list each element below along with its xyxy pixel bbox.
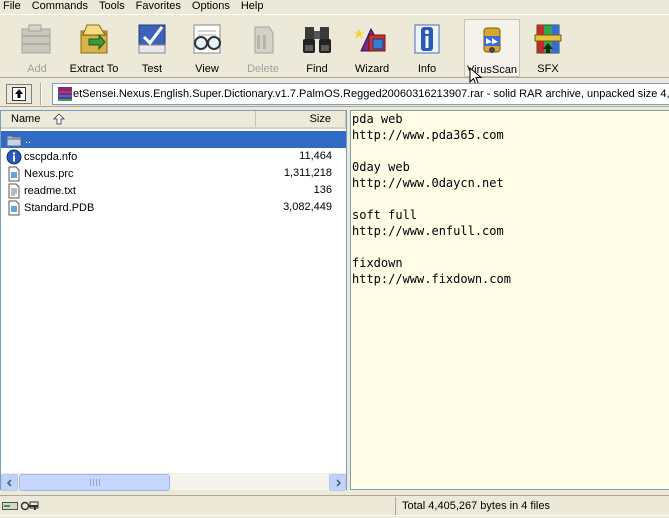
file-list[interactable]: Name Size .. cscpda.nfo 11,464 Nexus.prc… [0,110,347,491]
menu-favorites[interactable]: Favorites [131,0,187,13]
comment-line [351,239,669,255]
scroll-right-button[interactable] [329,474,346,491]
column-header-name-label: Name [11,113,41,125]
rar-archive-icon [58,87,72,101]
delete-icon [243,19,283,59]
view-icon [187,19,227,59]
view-label: View [195,63,219,75]
file-rows: .. cscpda.nfo 11,464 Nexus.prc 1,311,218… [1,131,346,216]
archive-path-text: etSensei.Nexus.English.Super.Dictionary.… [73,88,669,100]
list-item-nexus-prc[interactable]: Nexus.prc 1,311,218 [1,165,346,182]
winrar-window: File Commands Tools Favorites Options He… [0,0,669,518]
list-item-size: 1,311,218 [283,167,332,179]
info-button[interactable]: Info [406,19,448,77]
comment-line [351,191,669,207]
list-item-readme-txt[interactable]: readme.txt 136 [1,182,346,199]
view-button[interactable]: View [186,19,228,77]
extract-to-button[interactable]: Extract To [67,19,121,77]
comment-line: http://www.fixdown.com [352,272,511,286]
file-icon [8,200,20,215]
wizard-label: Wizard [354,63,390,75]
horizontal-scrollbar[interactable] [1,473,346,491]
list-item-size: 3,082,449 [283,201,332,213]
info-icon [407,19,447,59]
comment-line: pda web [352,112,403,126]
list-item-standard-pdb[interactable]: Standard.PDB 3,082,449 [1,199,346,216]
list-item-size: 11,464 [299,150,332,162]
binoculars-icon [297,19,337,59]
sfx-label: SFX [537,63,559,75]
list-item-name: Standard.PDB [24,201,95,214]
comment-line [351,143,669,159]
info-file-icon [6,149,22,164]
list-header: Name Size [1,111,346,129]
wizard-button[interactable]: Wizard [350,19,394,77]
add-label: Add [27,63,47,75]
find-button[interactable]: Find [296,19,338,77]
address-bar: etSensei.Nexus.English.Super.Dictionary.… [0,80,669,107]
menu-file[interactable]: File [0,0,27,13]
virusscan-icon [472,20,512,60]
archive-path-field[interactable]: etSensei.Nexus.English.Super.Dictionary.… [52,83,669,105]
column-header-size-label: Size [309,113,331,125]
status-icons [0,496,396,515]
column-header-size[interactable]: Size [256,111,346,127]
drive-icon[interactable] [2,500,18,512]
sfx-icon [528,19,568,59]
chevron-left-icon [6,478,12,487]
scrollbar-thumb[interactable] [19,474,170,491]
list-item-size: 136 [313,184,332,196]
up-arrow-icon [12,87,26,101]
menu-help[interactable]: Help [236,0,270,13]
comment-line: fixdown [352,256,403,270]
address-separator [40,83,42,105]
info-label: Info [417,63,437,75]
comment-line: soft full [352,208,418,222]
comment-line: http://www.enfull.com [352,224,504,238]
list-item-name: readme.txt [24,184,76,197]
comment-line: http://www.0daycn.net [352,176,504,190]
find-label: Find [306,63,328,75]
extract-to-icon [74,19,114,59]
list-item-name: cscpda.nfo [24,150,78,163]
up-one-level-button[interactable] [6,84,32,104]
text-file-icon [8,183,20,198]
archive-comment-pane: pda web http://www.pda365.com 0day web h… [350,110,669,490]
sort-ascending-icon [53,113,65,125]
menu-tools[interactable]: Tools [94,0,131,13]
sfx-button[interactable]: SFX [527,19,569,77]
delete-label: Delete [247,63,279,75]
key-icon[interactable] [20,500,40,512]
scroll-left-button[interactable] [1,474,18,491]
add-button[interactable]: Add [15,19,59,77]
menu-options[interactable]: Options [187,0,236,13]
folder-up-icon [6,135,22,146]
list-item-name: .. [24,133,33,146]
delete-button[interactable]: Delete [242,19,284,77]
comment-line: http://www.pda365.com [352,128,504,142]
column-header-name[interactable]: Name [1,111,256,127]
add-icon [17,19,57,59]
list-item-parent-folder[interactable]: .. [1,131,346,148]
status-bar: Total 4,405,267 bytes in 4 files [0,495,669,515]
status-text: Total 4,405,267 bytes in 4 files [402,499,550,512]
list-item-name: Nexus.prc [24,167,74,180]
wizard-icon [352,19,392,59]
test-label: Test [141,63,163,75]
comment-line: 0day web [352,160,410,174]
test-button[interactable]: Test [131,19,173,77]
extract-to-label: Extract To [69,63,119,75]
menu-commands[interactable]: Commands [27,0,94,13]
chevron-right-icon [335,478,341,487]
list-item-cscpda-nfo[interactable]: cscpda.nfo 11,464 [1,148,346,165]
menu-bar: File Commands Tools Favorites Options He… [0,0,669,13]
test-icon [132,19,172,59]
file-icon [8,166,20,181]
toolbar: Add Extract To Test View Delete Find Wiz… [0,14,669,86]
